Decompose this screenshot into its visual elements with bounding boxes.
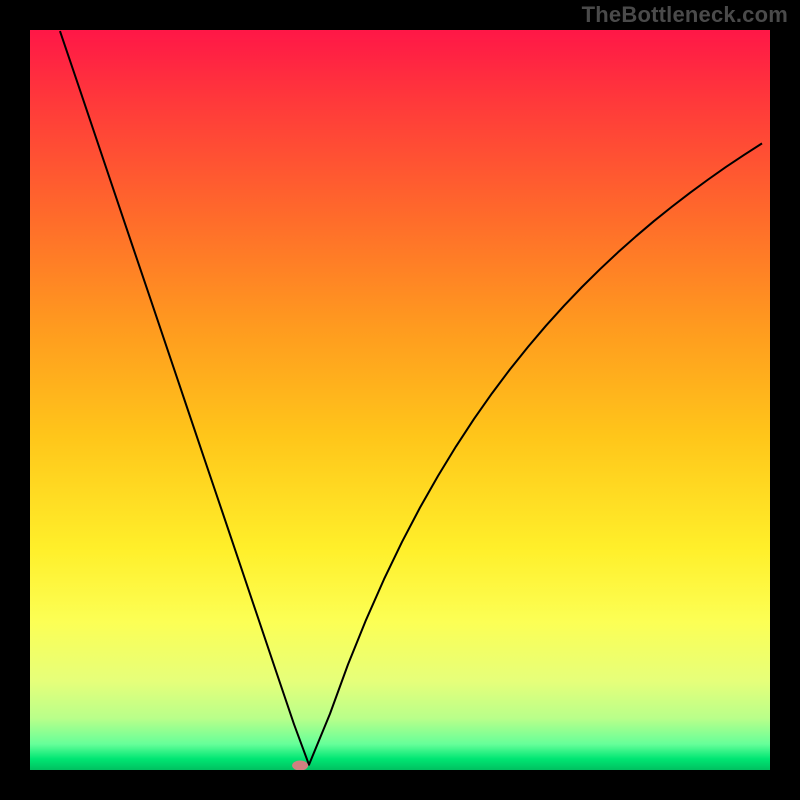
bottleneck-chart xyxy=(30,30,770,770)
chart-frame: TheBottleneck.com xyxy=(0,0,800,800)
gradient-background xyxy=(30,30,770,770)
plot-area xyxy=(30,30,770,770)
watermark-text: TheBottleneck.com xyxy=(582,2,788,28)
